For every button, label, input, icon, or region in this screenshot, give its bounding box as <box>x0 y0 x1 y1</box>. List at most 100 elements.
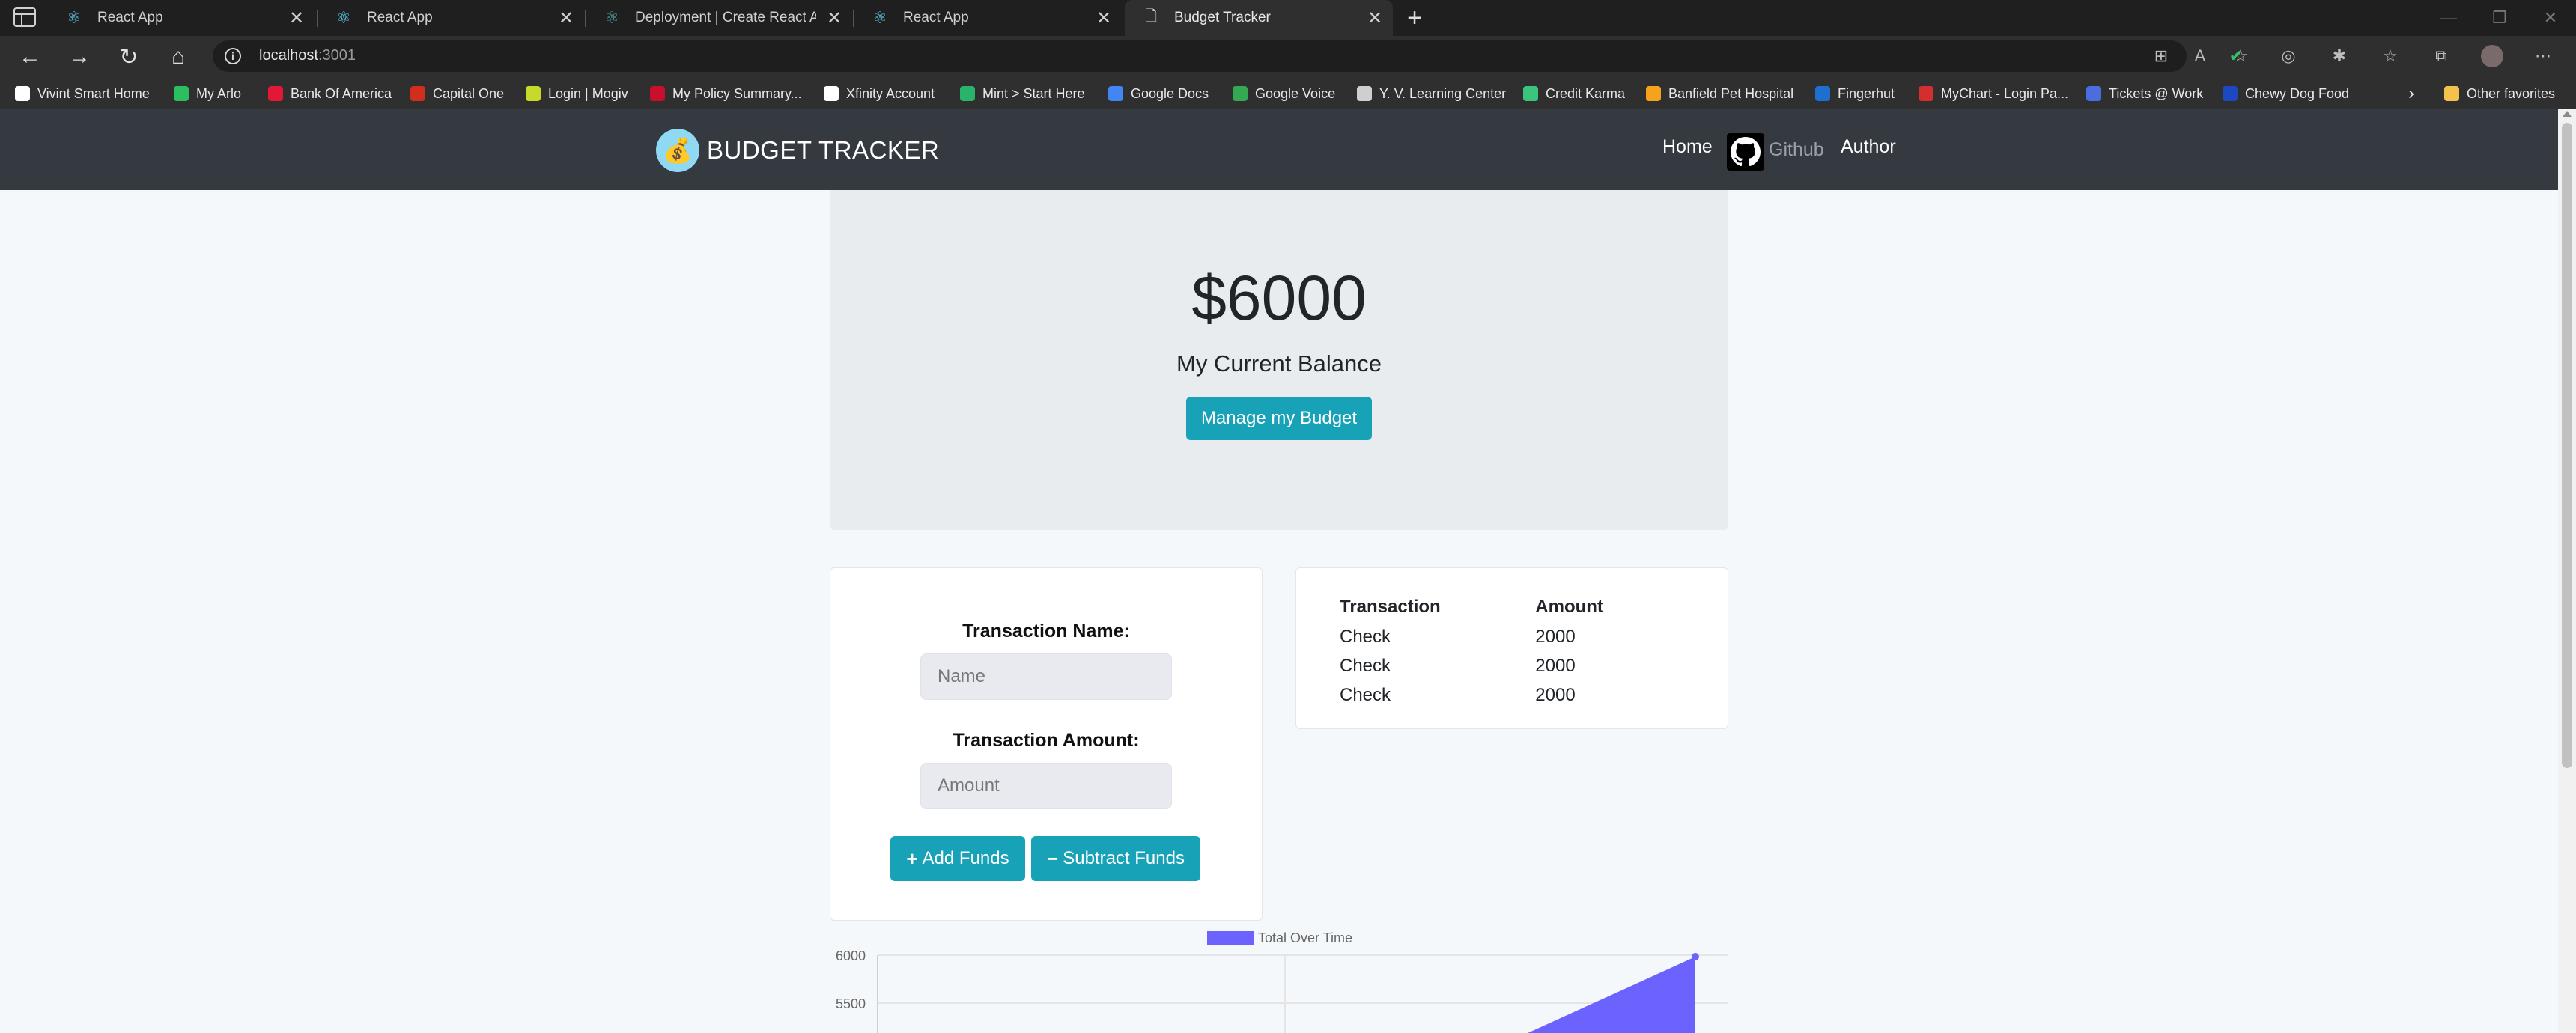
new-tab-button[interactable]: + <box>1399 3 1430 33</box>
puzzle-icon[interactable]: ✱ <box>2327 45 2351 67</box>
app-available-icon[interactable]: ⊞ <box>2149 45 2173 67</box>
table-row: Check 2000 <box>1340 680 1728 710</box>
bookmark-icon <box>650 86 665 101</box>
bookmark-item[interactable]: My Arlo <box>174 84 241 103</box>
address-bar[interactable]: i localhost:3001 ⊞ A ☆ <box>213 40 2248 72</box>
react-icon: ⚛ <box>872 8 887 27</box>
transaction-name-input[interactable] <box>920 653 1172 700</box>
y-tick-label: 6000 <box>836 948 866 963</box>
bookmark-item[interactable]: Login | Mogiv <box>526 84 628 103</box>
close-tab-icon[interactable]: ✕ <box>1357 7 1393 29</box>
brand-name: BUDGET TRACKER <box>707 136 940 164</box>
bookmark-item[interactable]: Google Docs <box>1108 84 1209 103</box>
close-tab-icon[interactable]: ✕ <box>548 7 584 29</box>
bookmark-item[interactable]: Fingerhut <box>1815 84 1895 103</box>
bookmark-item[interactable]: Google Voice <box>1233 84 1335 103</box>
bookmark-item[interactable]: MyChart - Login Pa... <box>1919 84 2068 103</box>
more-menu-icon[interactable]: ⋯ <box>2531 45 2555 67</box>
bookmark-item[interactable]: Tickets @ Work <box>2086 84 2203 103</box>
forward-arrow-icon[interactable]: → <box>63 40 96 73</box>
browser-tab-2[interactable]: ⚛ React App ✕ <box>318 0 584 36</box>
bookmark-icon <box>268 86 283 101</box>
react-icon: ⚛ <box>67 8 82 27</box>
browser-tab-3[interactable]: ⚛ Deployment | Create React App ✕ <box>586 0 852 36</box>
data-point <box>1692 953 1699 960</box>
y-tick-label: 5500 <box>836 996 866 1011</box>
more-bookmarks-chevron-icon[interactable]: › <box>2408 83 2414 103</box>
bookmark-item[interactable]: Chewy Dog Food <box>2223 84 2349 103</box>
favorites-icon[interactable]: ☆ <box>2378 45 2402 67</box>
collections-icon[interactable]: ⧉ <box>2429 45 2453 67</box>
other-favorites[interactable]: Other favorites <box>2444 84 2555 103</box>
profile-avatar-icon[interactable] <box>2480 45 2504 67</box>
manage-budget-button[interactable]: Manage my Budget <box>1186 397 1372 440</box>
table-cell: Check <box>1340 655 1391 676</box>
transaction-amount-input[interactable] <box>920 763 1172 809</box>
page-icon: 🗋 <box>1144 8 1158 25</box>
add-funds-button[interactable]: + Add Funds <box>890 836 1025 881</box>
bookmark-icon <box>824 86 839 101</box>
back-arrow-icon[interactable]: ← <box>13 40 46 73</box>
bookmark-icon <box>1815 86 1830 101</box>
close-window-icon[interactable]: ✕ <box>2525 0 2576 36</box>
bookmark-item[interactable]: Bank Of America <box>268 84 392 103</box>
close-tab-icon[interactable]: ✕ <box>816 7 852 29</box>
scroll-up-arrow-icon[interactable] <box>2563 111 2572 117</box>
bookmark-item[interactable]: Xfinity Account <box>824 84 935 103</box>
page-scrollbar[interactable] <box>2558 109 2576 1033</box>
scrollbar-thumb[interactable] <box>2562 123 2572 768</box>
subtract-funds-button[interactable]: − Subtract Funds <box>1031 836 1200 881</box>
nav-author[interactable]: Author <box>1841 136 1896 158</box>
bookmark-icon <box>1523 86 1538 101</box>
bookmark-item[interactable]: Mint > Start Here <box>960 84 1085 103</box>
nav-github[interactable]: Github <box>1769 139 1824 161</box>
transactions-card: Transaction Amount Check 2000 Check 2000… <box>1295 567 1728 729</box>
browser-tab-4[interactable]: ⚛ React App ✕ <box>854 0 1122 36</box>
browser-tab-bar: ⚛ React App ✕ ⚛ React App ✕ ⚛ Deployment… <box>0 0 2576 36</box>
bookmark-icon <box>410 86 425 101</box>
site-info-icon[interactable]: i <box>225 48 241 64</box>
github-icon[interactable] <box>1727 133 1764 171</box>
extension-icon[interactable]: ◎ <box>2276 45 2300 67</box>
bookmark-icon <box>1108 86 1123 101</box>
current-balance: $6000 <box>1191 263 1367 333</box>
table-cell: 2000 <box>1535 626 1576 647</box>
reload-icon[interactable]: ↻ <box>112 40 145 73</box>
tab-actions-icon[interactable] <box>13 7 36 27</box>
bookmark-item[interactable]: My Policy Summary... <box>650 84 802 103</box>
browser-tab-active[interactable]: 🗋 Budget Tracker ✕ <box>1125 0 1393 36</box>
table-cell: 2000 <box>1535 655 1576 676</box>
browser-tab-1[interactable]: ⚛ React App ✕ <box>48 0 315 36</box>
bookmark-item[interactable]: Banfield Pet Hospital <box>1646 84 1793 103</box>
area-series <box>1528 957 1695 1033</box>
bookmark-icon <box>174 86 189 101</box>
bookmark-item[interactable]: Credit Karma <box>1523 84 1625 103</box>
close-tab-icon[interactable]: ✕ <box>279 7 315 29</box>
column-header: Amount <box>1535 597 1603 617</box>
balance-label: My Current Balance <box>1176 350 1382 377</box>
brand[interactable]: 💰 BUDGET TRACKER <box>656 129 939 172</box>
nav-home[interactable]: Home <box>1662 136 1713 158</box>
shield-check-icon[interactable]: ✔ <box>2224 45 2248 67</box>
home-icon[interactable]: ⌂ <box>162 40 195 73</box>
bookmark-item[interactable]: Vivint Smart Home <box>15 84 150 103</box>
legend-label: Total Over Time <box>1258 930 1352 945</box>
bookmark-icon <box>15 86 30 101</box>
table-header-row: Transaction Amount <box>1340 592 1728 622</box>
close-tab-icon[interactable]: ✕ <box>1086 7 1122 29</box>
chart-svg: Total Over Time 6000 5500 <box>836 930 1728 1033</box>
column-header: Transaction <box>1340 597 1441 617</box>
table-cell: 2000 <box>1535 684 1576 705</box>
read-aloud-icon[interactable]: A <box>2188 45 2212 67</box>
bookmark-icon <box>1646 86 1661 101</box>
restore-icon[interactable]: ❐ <box>2474 0 2525 36</box>
bookmark-icon <box>1919 86 1933 101</box>
transaction-name-label: Transaction Name: <box>962 621 1130 642</box>
minimize-icon[interactable]: — <box>2423 0 2474 36</box>
money-bag-icon: 💰 <box>656 129 699 172</box>
bookmark-icon <box>960 86 975 101</box>
bookmark-item[interactable]: Y. V. Learning Center <box>1357 84 1506 103</box>
bookmarks-bar: Vivint Smart Home My Arlo Bank Of Americ… <box>0 76 2576 109</box>
bookmark-item[interactable]: Capital One <box>410 84 504 103</box>
plus-icon: + <box>906 847 918 870</box>
